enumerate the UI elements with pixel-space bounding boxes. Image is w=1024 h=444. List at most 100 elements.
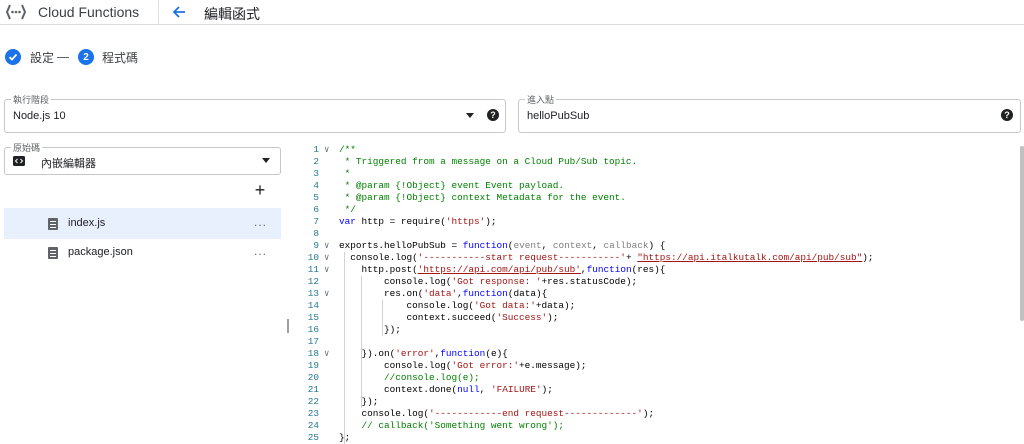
- code-line[interactable]: 11 ∨ http.post('https://api.com/api/pub/s…: [294, 264, 1022, 276]
- code-line[interactable]: 7 var http = require('https');: [294, 216, 1022, 228]
- code-text: context.succeed('Success');: [339, 312, 559, 323]
- file-name: package.json: [68, 246, 133, 258]
- line-number: 12: [307, 276, 319, 287]
- code-line[interactable]: 10 ∨ console.log('-----------start reques…: [294, 252, 1022, 264]
- code-editor-icon: [13, 156, 25, 166]
- line-number: 9: [313, 240, 319, 251]
- code-line[interactable]: 19 console.log('Got error:'+e.message);: [294, 360, 1022, 372]
- code-text: console.log('------------end request----…: [339, 408, 655, 419]
- line-number: 10: [307, 252, 319, 263]
- line-number: 20: [307, 372, 319, 383]
- code-text: * @param {!Object} event Event payload.: [339, 180, 565, 191]
- back-button[interactable]: [168, 1, 190, 23]
- source-select[interactable]: 原始碼 內嵌編輯器: [4, 141, 281, 175]
- fold-chevron-icon[interactable]: ∨: [324, 288, 332, 300]
- editor-scrollbar[interactable]: [1020, 146, 1024, 321]
- code-line[interactable]: 3 *: [294, 168, 1022, 180]
- code-text: console.log('Got error:'+e.message);: [339, 360, 587, 371]
- dropdown-arrow-icon: [466, 113, 474, 118]
- code-line[interactable]: 14 console.log('Got data:'+data);: [294, 300, 1022, 312]
- code-line[interactable]: 23 console.log('------------end request-…: [294, 408, 1022, 420]
- indent-guide: [361, 276, 362, 408]
- line-number: 19: [307, 360, 319, 371]
- fold-chevron-icon[interactable]: ∨: [324, 240, 332, 252]
- line-number: 14: [307, 300, 319, 311]
- code-line[interactable]: 18 ∨ }).on('error',function(e){: [294, 348, 1022, 360]
- code-line[interactable]: 13 ∨ res.on('data',function(data){: [294, 288, 1022, 300]
- help-icon[interactable]: ?: [487, 109, 499, 121]
- line-number: 8: [313, 228, 319, 239]
- stepper: 設定 2 程式碼: [0, 44, 300, 70]
- page-title: 編輯函式: [204, 6, 260, 22]
- code-line[interactable]: 15 context.succeed('Success');: [294, 312, 1022, 324]
- code-line[interactable]: 4 * @param {!Object} event Event payload…: [294, 180, 1022, 192]
- line-number: 13: [307, 288, 319, 299]
- line-number: 22: [307, 396, 319, 407]
- code-line[interactable]: 25};: [294, 432, 1022, 444]
- code-text: });: [339, 324, 401, 335]
- indent-guide: [382, 300, 383, 336]
- code-text: console.log('-----------start request---…: [339, 252, 874, 263]
- code-text: * @param {!Object} context Metadata for …: [339, 192, 626, 203]
- line-number: 4: [313, 180, 319, 191]
- check-icon: [8, 53, 18, 61]
- code-line[interactable]: 22 });: [294, 396, 1022, 408]
- code-line[interactable]: 6 */: [294, 204, 1022, 216]
- line-number: 15: [307, 312, 319, 323]
- header-divider: [158, 0, 159, 25]
- more-options-button[interactable]: ...: [254, 244, 267, 258]
- step-complete-icon[interactable]: [5, 49, 21, 65]
- code-text: *: [339, 168, 351, 179]
- code-text: */: [339, 204, 356, 215]
- fold-chevron-icon[interactable]: ∨: [324, 144, 332, 156]
- file-name: index.js: [68, 217, 106, 229]
- app-title[interactable]: Cloud Functions: [38, 4, 139, 20]
- line-number: 18: [307, 348, 319, 359]
- line-number: 17: [307, 336, 319, 347]
- panel-resize-handle[interactable]: [287, 319, 289, 333]
- code-line[interactable]: 2 * Triggered from a message on a Cloud …: [294, 156, 1022, 168]
- step-settings-label[interactable]: 設定: [30, 49, 54, 66]
- file-item-package-json[interactable]: package.json ...: [4, 237, 281, 268]
- add-file-button[interactable]: +: [252, 181, 268, 199]
- entry-point-label: 進入點: [525, 93, 557, 106]
- code-text: /**: [339, 144, 356, 155]
- help-icon[interactable]: ?: [1001, 109, 1013, 121]
- fold-chevron-icon[interactable]: ∨: [324, 348, 332, 360]
- code-editor[interactable]: 1 ∨/** 2 * Triggered from a message on a C…: [294, 140, 1024, 444]
- code-line[interactable]: 20 //console.log(e);: [294, 372, 1022, 384]
- code-line[interactable]: 1 ∨ /**: [294, 144, 1022, 156]
- line-number: 21: [307, 384, 319, 395]
- code-text: // callback('Something went wrong');: [339, 420, 565, 431]
- file-icon: [48, 218, 58, 230]
- fold-chevron-icon[interactable]: ∨: [324, 252, 332, 264]
- step-code-label: 程式碼: [102, 51, 139, 65]
- runtime-select[interactable]: 執行階段 Node.js 10 ?: [4, 93, 506, 133]
- code-text: http.post('https://api.com/api/pub/sub',…: [339, 264, 666, 275]
- code-text: exports.helloPubSub = function(event, co…: [339, 240, 666, 251]
- code-line[interactable]: 24 // callback('Something went wrong');: [294, 420, 1022, 432]
- file-item-index-js[interactable]: index.js ...: [4, 208, 281, 239]
- line-number: 25: [307, 432, 319, 443]
- dropdown-arrow-icon: [262, 158, 270, 163]
- code-line[interactable]: 9 ∨ exports.helloPubSub = function(event, …: [294, 240, 1022, 252]
- fold-chevron-icon[interactable]: ∨: [324, 264, 332, 276]
- source-label: 原始碼: [11, 141, 43, 154]
- code-line[interactable]: 8: [294, 228, 1022, 240]
- code-line[interactable]: 5 * @param {!Object} context Metadata fo…: [294, 192, 1022, 204]
- runtime-label: 執行階段: [11, 93, 52, 106]
- arrow-back-icon: [172, 6, 185, 18]
- file-icon: [48, 247, 58, 259]
- code-text: res.on('data',function(data){: [339, 288, 548, 299]
- entry-point-input[interactable]: 進入點 helloPubSub ?: [518, 93, 1021, 133]
- line-number: 7: [313, 216, 319, 227]
- code-text: * Triggered from a message on a Cloud Pu…: [339, 156, 638, 167]
- code-line[interactable]: 16 });: [294, 324, 1022, 336]
- code-line[interactable]: 17: [294, 336, 1022, 348]
- code-text: console.log('Got data:'+data);: [339, 300, 576, 311]
- more-options-button[interactable]: ...: [254, 215, 267, 229]
- top-bar: Cloud Functions 編輯函式: [0, 0, 1024, 25]
- code-line[interactable]: 12 console.log('Got response: '+res.stat…: [294, 276, 1022, 288]
- code-text: context.done(null, 'FAILURE');: [339, 384, 553, 395]
- code-line[interactable]: 21 context.done(null, 'FAILURE');: [294, 384, 1022, 396]
